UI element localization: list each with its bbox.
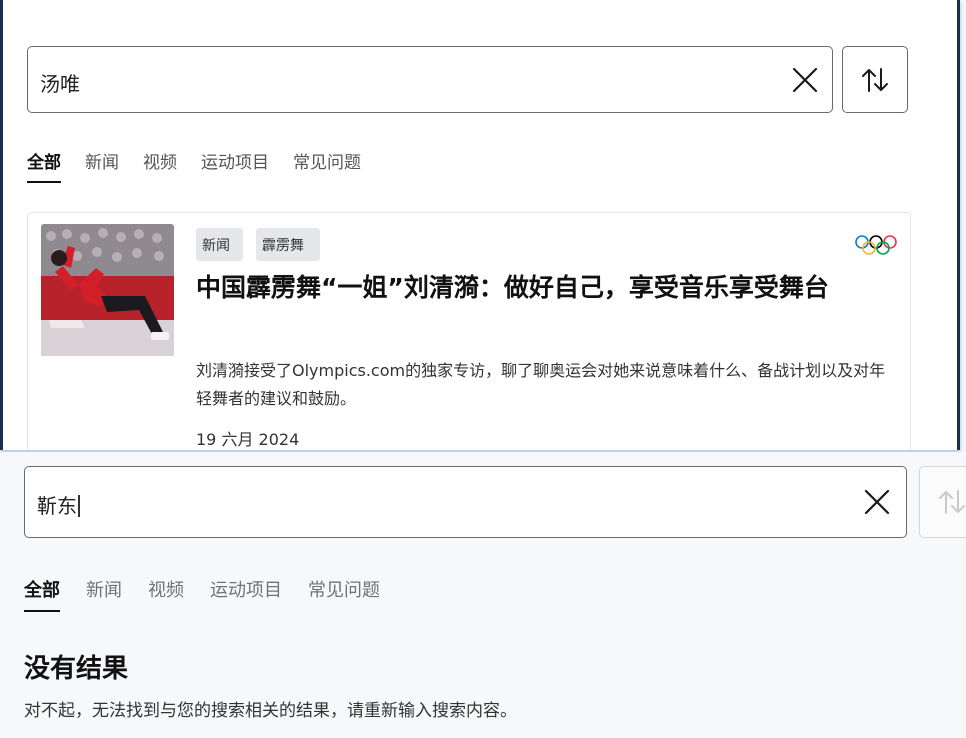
bottom-search-panel: 靳东 全部 新闻 视频 运动项目 常见问题 没有结果 对不起，无法找到与您的搜索… [0, 452, 966, 738]
search-input[interactable]: 靳东 [24, 466, 907, 538]
sort-arrows-icon [939, 490, 965, 514]
tab-faq[interactable]: 常见问题 [293, 148, 361, 183]
result-date: 19 六月 2024 [196, 430, 300, 449]
tab-all[interactable]: 全部 [24, 576, 60, 612]
search-result-card[interactable]: 新闻 霹雳舞 中国霹雳舞“一姐”刘清漪：做好自己，享受音乐享受舞台 刘清漪接受了… [27, 212, 911, 450]
text-caret [78, 495, 80, 517]
top-search-panel: 汤唯 全部 新闻 视频 运动项目 常见问题 新闻 霹雳舞 中国霹雳舞“一姐”刘清… [0, 0, 960, 450]
search-input-value: 汤唯 [40, 72, 80, 96]
sort-button[interactable] [842, 46, 908, 113]
result-headline[interactable]: 中国霹雳舞“一姐”刘清漪：做好自己，享受音乐享受舞台 [196, 271, 896, 304]
tab-sports[interactable]: 运动项目 [201, 148, 269, 183]
sort-arrows-icon [862, 67, 888, 92]
tab-videos[interactable]: 视频 [143, 148, 177, 183]
tab-faq[interactable]: 常见问题 [308, 576, 380, 612]
tag-breaking[interactable]: 霹雳舞 [256, 228, 320, 261]
no-results-title: 没有结果 [24, 654, 129, 684]
search-input-value: 靳东 [37, 490, 80, 519]
result-description: 刘清漪接受了Olympics.com的独家专访，聊了聊奥运会对她来说意味着什么、… [196, 361, 886, 408]
clear-search-button[interactable] [790, 65, 820, 95]
filter-tabs: 全部 新闻 视频 运动项目 常见问题 [27, 148, 385, 183]
tab-sports[interactable]: 运动项目 [210, 576, 282, 612]
filter-tabs: 全部 新闻 视频 运动项目 常见问题 [24, 576, 406, 612]
tab-news[interactable]: 新闻 [86, 576, 122, 612]
close-icon [792, 67, 818, 93]
no-results-message: 对不起，无法找到与您的搜索相关的结果，请重新输入搜索内容。 [24, 701, 517, 721]
result-thumbnail[interactable] [41, 224, 174, 356]
tab-videos[interactable]: 视频 [148, 576, 184, 612]
tab-news[interactable]: 新闻 [85, 148, 119, 183]
search-input[interactable]: 汤唯 [27, 46, 833, 113]
olympic-rings-icon [854, 234, 898, 260]
close-icon [864, 489, 890, 515]
tag-news[interactable]: 新闻 [196, 228, 243, 261]
breakdancer-photo [41, 224, 174, 356]
tab-all[interactable]: 全部 [27, 148, 61, 183]
sort-button[interactable] [919, 466, 966, 538]
clear-search-button[interactable] [862, 487, 892, 517]
